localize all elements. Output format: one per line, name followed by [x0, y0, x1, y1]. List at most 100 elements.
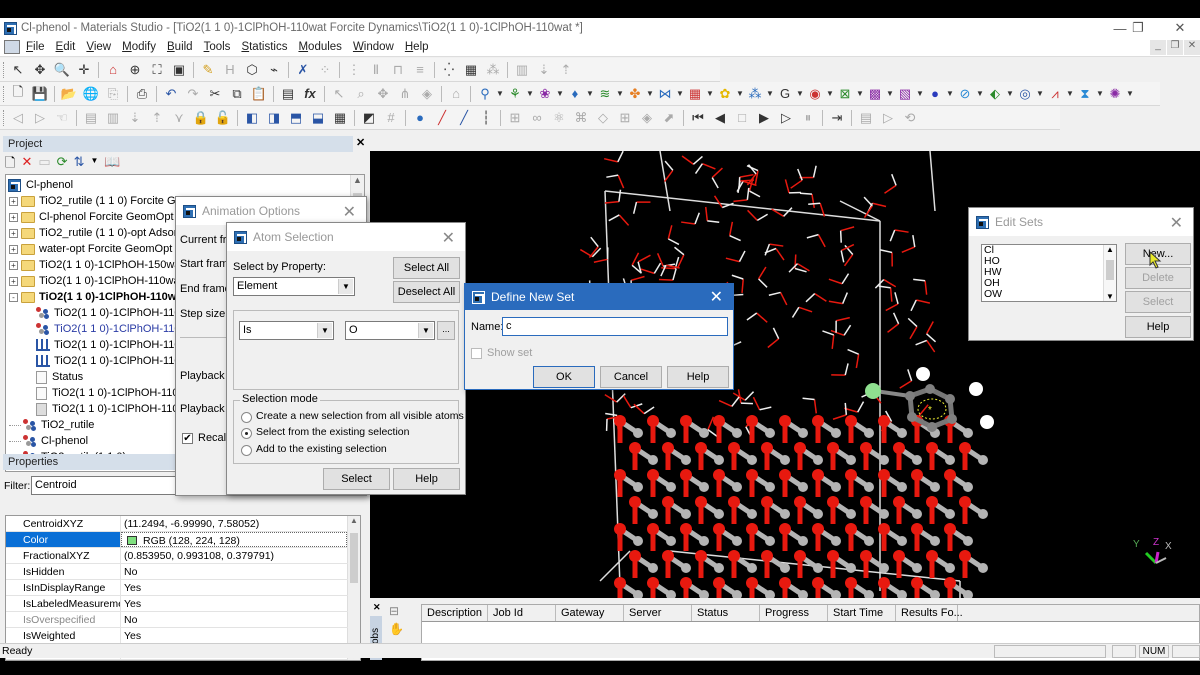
open-icon[interactable]: 📂	[59, 85, 79, 103]
define-new-set-titlebar[interactable]: Define New Set ✕	[465, 284, 733, 310]
tree-item[interactable]: + Cl-phenol Forcite GeomOpt	[9, 209, 174, 225]
display-style-icon[interactable]: ▣	[169, 61, 189, 79]
close-icon[interactable]: ✕	[343, 202, 356, 222]
scroll-thumb[interactable]	[350, 533, 358, 583]
element-combo[interactable]: O ▼	[345, 321, 435, 340]
module-10-icon[interactable]: ⁂	[745, 85, 765, 103]
home-icon[interactable]: ⌂	[103, 61, 123, 79]
property-row[interactable]: IsInDisplayRange Yes	[6, 580, 348, 596]
adjust-icon[interactable]: ⁘	[315, 61, 335, 79]
property-row[interactable]: IsHidden No	[6, 564, 348, 580]
menu-statistics[interactable]: Statistics	[241, 41, 287, 53]
book-icon[interactable]: 📖	[104, 154, 120, 176]
angle-icon[interactable]: ⊓	[388, 61, 408, 79]
dropdown-arrow-icon[interactable]: ▼	[556, 89, 564, 98]
dropdown-arrow-icon[interactable]: ▼	[1066, 89, 1074, 98]
scroll-thumb[interactable]	[1106, 260, 1114, 280]
dropdown-arrow-icon[interactable]: ▼	[1036, 89, 1044, 98]
pause-icon[interactable]: ⏸	[798, 109, 818, 127]
scroll-up-icon[interactable]: ▲	[348, 516, 360, 525]
new-folder-icon[interactable]: 🗋	[5, 154, 15, 176]
menu-view[interactable]: View	[86, 41, 111, 53]
property-row[interactable]: IsWeighted Yes	[6, 628, 348, 644]
property-value[interactable]: No	[121, 612, 137, 627]
crystal-icon[interactable]: ▦	[461, 61, 481, 79]
import-icon[interactable]: ⎘	[103, 85, 123, 103]
chart-icon[interactable]: ▥	[512, 61, 532, 79]
mode-radio-add[interactable]	[241, 445, 252, 456]
column-header[interactable]: Status	[692, 605, 760, 621]
step-back-icon[interactable]: ◀	[710, 109, 730, 127]
new-icon[interactable]: 🗋	[8, 84, 28, 103]
expand-icon[interactable]: +	[9, 212, 18, 222]
module-19-icon[interactable]: ◎	[1015, 85, 1035, 103]
target-icon[interactable]: ⊕	[125, 61, 145, 79]
prev-frame-icon[interactable]: ◁	[8, 109, 28, 127]
view-icon[interactable]: ◩	[359, 109, 379, 127]
module-8-icon[interactable]: ▦	[685, 85, 705, 103]
module-12-icon[interactable]: ◉	[805, 85, 825, 103]
property-value[interactable]: RGB (128, 224, 128)	[121, 532, 347, 547]
fragment-icon[interactable]: ⚛	[549, 109, 569, 127]
select-button[interactable]: Select	[323, 468, 390, 490]
dropdown-arrow-icon[interactable]: ▼	[1006, 89, 1014, 98]
module-21-icon[interactable]: ⧗	[1075, 85, 1095, 103]
module-20-icon[interactable]: ⩘	[1045, 85, 1065, 103]
close-icon[interactable]: ✕	[442, 228, 455, 248]
property-combo[interactable]: Element ▼	[233, 277, 355, 296]
next-frame-icon[interactable]: ▷	[30, 109, 50, 127]
tree-item[interactable]: + TiO2(1 1 0)-1ClPhOH-110wat	[9, 273, 183, 289]
align-left-icon[interactable]: ◧	[242, 109, 262, 127]
help-button[interactable]: Help	[393, 468, 460, 490]
chevron-down-icon[interactable]: ▼	[338, 279, 353, 294]
module-18-icon[interactable]: ⬖	[985, 85, 1005, 103]
dropdown-arrow-icon[interactable]: ▼	[1096, 89, 1104, 98]
scroll-up-icon[interactable]: ▲	[1104, 245, 1116, 254]
select-set-button[interactable]: Select	[1125, 291, 1191, 313]
delete-set-button[interactable]: Delete	[1125, 267, 1191, 289]
property-value[interactable]: (0.853950, 0.993108, 0.379791)	[121, 548, 274, 563]
module-16-icon[interactable]: ●	[925, 85, 945, 103]
move-icon[interactable]: ✥	[373, 85, 393, 103]
set-list-item[interactable]: OW	[984, 289, 1002, 300]
dropdown-arrow-icon[interactable]: ▼	[586, 89, 594, 98]
close-icon[interactable]: ✕	[1170, 213, 1183, 233]
sort-asc-icon[interactable]: ⇣	[125, 109, 145, 127]
lock-icon[interactable]: 🔒	[191, 109, 211, 127]
clean-icon[interactable]: ✗	[293, 61, 313, 79]
rotate-icon[interactable]: ✥	[30, 61, 50, 79]
deselect-all-button[interactable]: Deselect All	[393, 281, 460, 303]
tree-item[interactable]: Cl-phenol	[9, 433, 88, 449]
column-header[interactable]: Progress	[760, 605, 828, 621]
module-7-icon[interactable]: ⋈	[655, 85, 675, 103]
dropdown-arrow-icon[interactable]: ▼	[766, 89, 774, 98]
sketch-ring-icon[interactable]: ⬡	[242, 61, 262, 79]
dropdown-arrow-icon[interactable]: ▼	[946, 89, 954, 98]
sketch-fragment-icon[interactable]: ⌁	[264, 61, 284, 79]
box-icon[interactable]: ⊞	[615, 109, 635, 127]
mdi-restore-button[interactable]: ❐	[1167, 40, 1183, 55]
tree-item[interactable]: TiO2(1 1 0)-1ClPhOH-110wat	[36, 305, 198, 321]
menu-window[interactable]: Window	[353, 41, 394, 53]
cancel-button[interactable]: Cancel	[600, 366, 662, 388]
mode-radio-existing[interactable]	[241, 428, 252, 439]
sort-za-icon[interactable]: ⇡	[556, 61, 576, 79]
scroll-up-icon[interactable]: ▲	[351, 175, 364, 185]
dropdown-arrow-icon[interactable]: ▼	[736, 89, 744, 98]
sketch-pencil-icon[interactable]: ✎	[198, 61, 218, 79]
dropdown-arrow-icon[interactable]: ▼	[976, 89, 984, 98]
dropdown-arrow-icon[interactable]: ▼	[706, 89, 714, 98]
hydrogen-icon[interactable]: H	[220, 61, 240, 79]
graph-icon[interactable]: ⬈	[659, 109, 679, 127]
stop-icon[interactable]: □	[732, 109, 752, 127]
tree-item[interactable]: Status	[36, 369, 83, 385]
dropdown-arrow-icon[interactable]: ▼	[856, 89, 864, 98]
dropdown-arrow-icon[interactable]: ▼	[676, 89, 684, 98]
menu-modify[interactable]: Modify	[122, 41, 156, 53]
column-header[interactable]: Job Id	[488, 605, 556, 621]
label-icon[interactable]: ⋔	[395, 85, 415, 103]
property-value[interactable]: Yes	[121, 596, 141, 611]
scroll-down-icon[interactable]: ▼	[1104, 292, 1116, 301]
restore-button[interactable]: ❐	[1118, 18, 1158, 38]
module-11-icon[interactable]: G	[775, 85, 795, 103]
